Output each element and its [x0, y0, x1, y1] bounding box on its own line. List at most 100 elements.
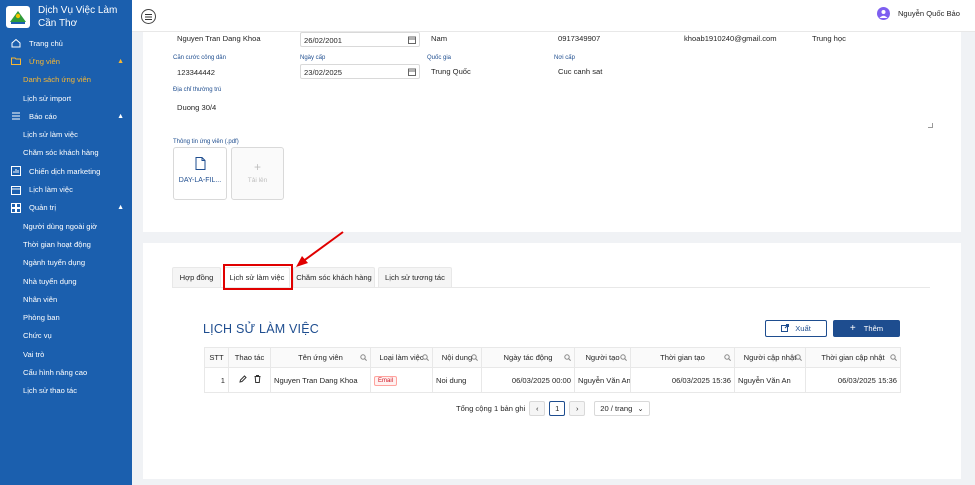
add-button[interactable]: + Thêm — [833, 320, 900, 337]
brand[interactable]: Dịch Vụ Việc Làm Cần Thơ — [0, 0, 132, 34]
column-header: STT — [204, 347, 229, 368]
sidebar-item-13[interactable]: Nhà tuyển dụng — [0, 272, 132, 290]
search-icon[interactable] — [422, 354, 429, 363]
sidebar-item-17[interactable]: Vai trò — [0, 345, 132, 363]
sidebar-item-12[interactable]: Ngành tuyển dụng — [0, 254, 132, 272]
sidebar-menu: Trang chủ Ứng viên ▲ Danh sách ứng viên Lịch… — [0, 34, 132, 400]
tab-interaction-history[interactable]: Lịch sử tương tác — [378, 267, 452, 287]
search-icon[interactable] — [564, 354, 571, 363]
sidebar-item-label: Chiến dịch marketing — [29, 166, 101, 176]
search-icon[interactable] — [890, 354, 897, 363]
delete-icon[interactable] — [254, 375, 261, 385]
sidebar-item-8[interactable]: Lịch làm việc — [0, 180, 132, 198]
sidebar-item-11[interactable]: Thời gian hoạt động — [0, 235, 132, 253]
search-icon[interactable] — [471, 354, 478, 363]
dob-field[interactable]: 26/02/2001 — [300, 32, 420, 47]
chevron-left-icon: ‹ — [535, 404, 539, 413]
sidebar-item-label: Chăm sóc khách hàng — [23, 148, 99, 158]
column-header-label: Thao tác — [234, 353, 265, 362]
pagination: Tổng cộng 1 bản ghi ‹ 1 › 20 / trang ⌄ — [456, 401, 650, 416]
prev-page-button[interactable]: ‹ — [529, 401, 546, 416]
sidebar-item-14[interactable]: Nhân viên — [0, 290, 132, 308]
column-header-label: Tên ứng viên — [298, 353, 343, 362]
calendar-icon[interactable] — [408, 68, 416, 78]
plus-icon: + — [253, 160, 261, 174]
id-value: 123344442 — [177, 68, 216, 77]
column-header-label: Người cập nhật — [743, 353, 797, 362]
file-card[interactable]: DAY-LA-FIL... — [173, 147, 227, 200]
dob-value: 26/02/2001 — [304, 36, 343, 45]
sidebar-item-6[interactable]: Chăm sóc khách hàng — [0, 144, 132, 162]
search-icon[interactable] — [795, 354, 802, 363]
user-menu[interactable]: Nguyễn Quốc Bảo — [876, 7, 960, 20]
add-label: Thêm — [863, 324, 884, 333]
sidebar-item-7[interactable]: Chiến dịch marketing — [0, 162, 132, 180]
sidebar-item-19[interactable]: Lịch sử thao tác — [0, 382, 132, 400]
cell-stt: 1 — [204, 367, 229, 393]
calendar-icon[interactable] — [408, 36, 416, 46]
column-header-label: Loại làm việc — [379, 353, 424, 362]
sidebar-item-9[interactable]: Quản trị ▲ — [0, 199, 132, 217]
sidebar-item-4[interactable]: Báo cáo ▲ — [0, 107, 132, 125]
column-header: Người tạo — [574, 347, 631, 368]
user-name: Nguyễn Quốc Bảo — [897, 9, 960, 18]
logo — [6, 6, 30, 28]
avatar — [876, 7, 890, 20]
candidate-info-card: Nguyen Tran Dang Khoa 26/02/2001 Nam 091… — [143, 32, 961, 232]
sidebar-item-label: Nhà tuyển dụng — [23, 276, 77, 286]
edit-icon[interactable] — [238, 375, 247, 385]
resize-handle[interactable] — [928, 123, 933, 128]
current-page[interactable]: 1 — [549, 401, 566, 416]
menu-toggle-icon[interactable] — [141, 9, 156, 24]
sidebar-item-3[interactable]: Lịch sử import — [0, 89, 132, 107]
issue-date-field[interactable]: 23/02/2025 — [300, 64, 420, 79]
column-header: Thời gian tạo — [630, 347, 735, 368]
sidebar-item-1[interactable]: Ứng viên ▲ — [0, 52, 132, 70]
tab-customer-care[interactable]: Chăm sóc khách hàng — [293, 267, 375, 287]
page-size-select[interactable]: 20 / trang ⌄ — [594, 401, 650, 416]
sidebar-item-16[interactable]: Chức vụ — [0, 327, 132, 345]
search-icon[interactable] — [620, 354, 627, 363]
column-header: Người cập nhật — [734, 347, 806, 368]
column-header: Loại làm việc — [370, 347, 433, 368]
sidebar-item-15[interactable]: Phòng ban — [0, 308, 132, 326]
sidebar-item-label: Người dùng ngoài giờ — [23, 221, 98, 231]
sidebar-item-label: Thời gian hoạt động — [23, 239, 91, 249]
sidebar-item-10[interactable]: Người dùng ngoài giờ — [0, 217, 132, 235]
nationality-value: Trung Quốc — [431, 67, 471, 76]
next-page-button[interactable]: › — [569, 401, 586, 416]
tab-contract[interactable]: Hợp đồng — [172, 267, 221, 287]
cell-content: Noi dung — [432, 367, 482, 393]
sidebar-item-2[interactable]: Danh sách ứng viên — [0, 71, 132, 89]
folder-icon — [10, 56, 21, 67]
chevron-up-icon: ▲ — [117, 112, 124, 120]
address-label: Địa chỉ thường trú — [173, 87, 222, 93]
chevron-down-icon: ⌄ — [637, 404, 644, 413]
file-name: DAY-LA-FIL... — [178, 177, 222, 184]
search-icon[interactable] — [360, 354, 367, 363]
sidebar-item-label: Nhân viên — [23, 294, 58, 304]
section-title: LỊCH SỬ LÀM VIỆC — [203, 322, 319, 336]
page-size-value: 20 / trang — [600, 404, 633, 413]
sidebar-item-label: Quản trị — [29, 203, 57, 213]
issue-date-label: Ngày cấp — [300, 55, 326, 61]
upload-button[interactable]: + Tải lên — [231, 147, 284, 200]
email-value: khoab1910240@gmail.com — [684, 34, 777, 43]
sidebar-item-label: Chức vụ — [23, 331, 52, 341]
file-icon — [174, 157, 226, 172]
export-button[interactable]: Xuất — [765, 320, 827, 337]
fullname-value: Nguyen Tran Dang Khoa — [177, 34, 261, 43]
table-header: STT Thao tác Tên ứng viên Loại làm việc Nội … — [204, 347, 901, 368]
cell-type: Email — [370, 367, 433, 393]
column-header-label: Ngày tác động — [503, 353, 553, 362]
sidebar-item-label: Lịch sử import — [23, 93, 72, 103]
chart-icon — [10, 166, 21, 177]
address-value: Duong 30/4 — [177, 103, 217, 112]
id-label: Căn cước công dân — [173, 55, 226, 61]
sidebar-item-label: Trang chủ — [29, 38, 63, 48]
column-header: Tên ứng viên — [270, 347, 371, 368]
sidebar-item-5[interactable]: Lịch sử làm việc — [0, 125, 132, 143]
search-icon[interactable] — [724, 354, 731, 363]
sidebar-item-0[interactable]: Trang chủ — [0, 34, 132, 52]
sidebar-item-18[interactable]: Cấu hình nâng cao — [0, 363, 132, 381]
